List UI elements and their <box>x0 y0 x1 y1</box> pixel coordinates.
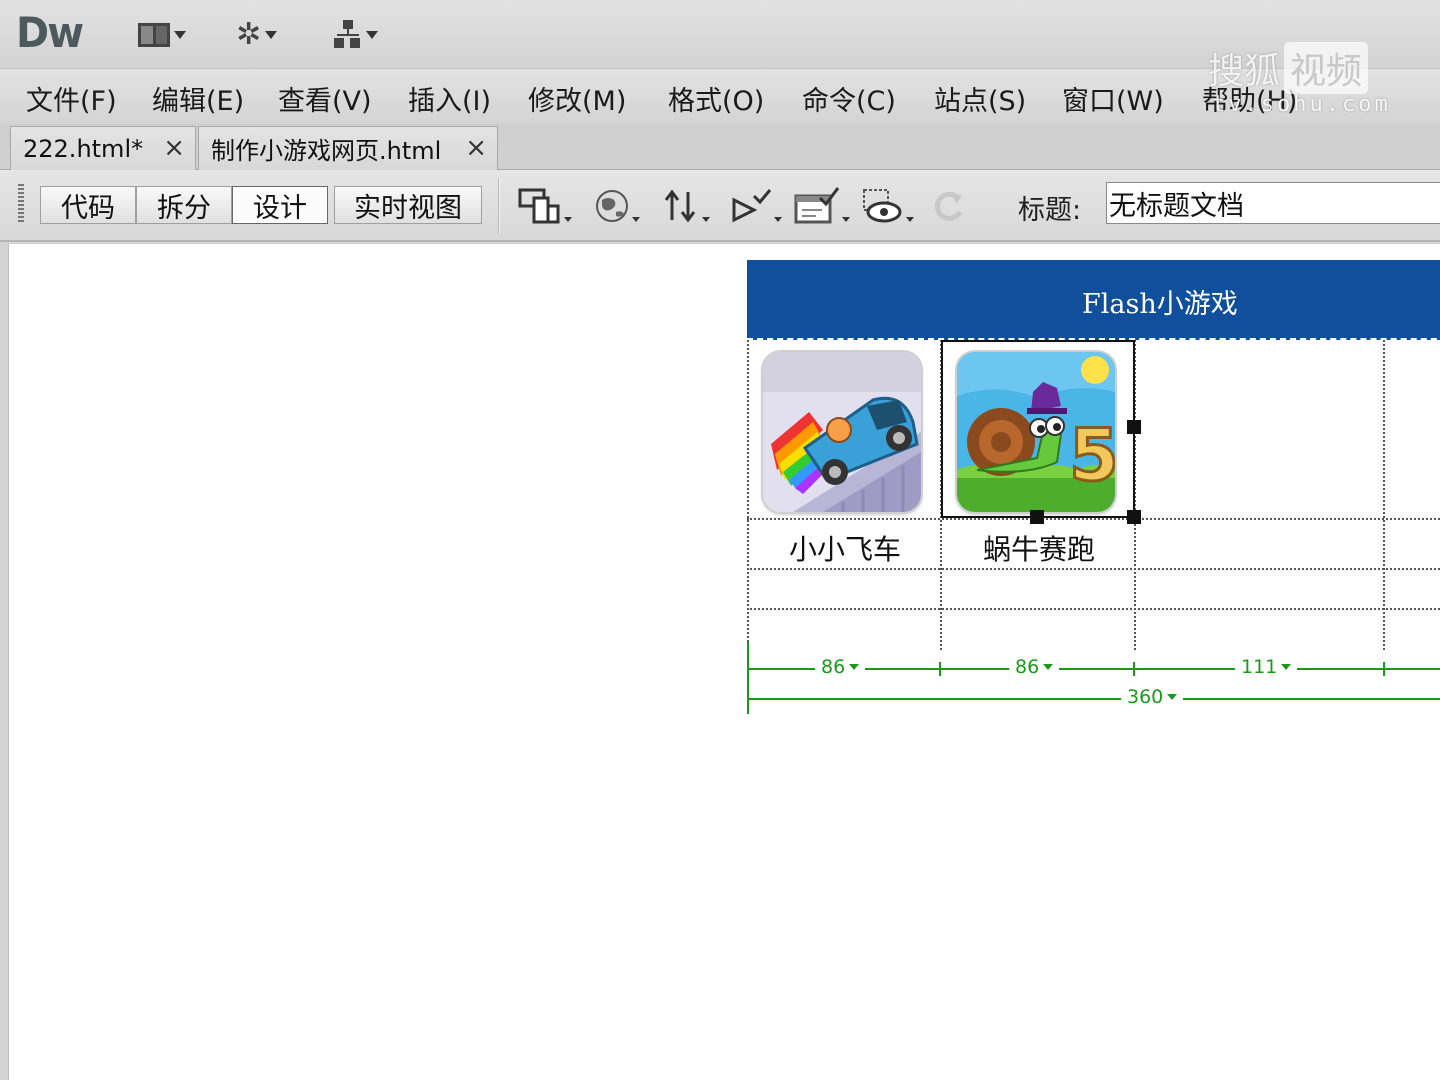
table-row-border <box>747 608 1440 610</box>
refresh-design-view-button[interactable] <box>932 186 966 226</box>
code-view-button[interactable]: 代码 <box>40 186 136 224</box>
chevron-down-icon <box>1281 664 1292 670</box>
site-menu[interactable] <box>334 18 378 52</box>
column-width-label-2[interactable]: 86 <box>1009 656 1060 678</box>
document-title-input[interactable] <box>1106 182 1440 224</box>
application-title-bar: Dw ✲ <box>0 0 1440 68</box>
document-tab-bar: 222.html* × 制作小游戏网页.html × <box>0 124 1440 170</box>
visual-aids-button[interactable] <box>862 186 914 226</box>
chevron-down-icon <box>174 31 186 39</box>
table-width-visual-aid: 86 86 111 360 <box>747 642 1440 716</box>
preview-in-browser-button[interactable] <box>594 186 640 226</box>
menu-help[interactable]: 帮助(H) <box>1202 79 1297 118</box>
chevron-down-icon <box>774 217 782 222</box>
validate-icon <box>732 189 772 223</box>
browser-check-icon <box>794 187 840 224</box>
close-icon[interactable]: × <box>163 133 185 163</box>
menu-file[interactable]: 文件(F) <box>26 79 117 118</box>
banner-cell[interactable]: Flash小游戏 <box>747 260 1440 340</box>
toolbar-grip[interactable] <box>18 184 24 224</box>
globe-icon <box>596 190 628 222</box>
chevron-down-icon <box>265 31 278 39</box>
design-view-button[interactable]: 设计 <box>232 186 328 224</box>
rainbow-van-icon <box>763 352 921 512</box>
tab-label: 222.html* <box>23 134 144 163</box>
refresh-icon <box>934 191 963 221</box>
split-view-button[interactable]: 拆分 <box>136 186 232 224</box>
chevron-down-icon <box>564 217 572 222</box>
game-layout-table[interactable]: Flash小游戏 5 小小飞车 蜗牛赛跑 <box>747 260 1440 650</box>
gear-icon: ✲ <box>236 17 262 52</box>
menu-site[interactable]: 站点(S) <box>934 79 1026 118</box>
chevron-down-icon <box>849 664 860 670</box>
visual-aids-eye-icon <box>863 189 902 223</box>
menu-edit[interactable]: 编辑(E) <box>152 79 244 118</box>
extend-dreamweaver-menu[interactable]: ✲ <box>236 17 278 52</box>
chevron-down-icon <box>632 217 640 222</box>
multiscreen-icon <box>518 188 560 224</box>
game-name-snail-race[interactable]: 蜗牛赛跑 <box>983 528 1095 568</box>
menu-commands[interactable]: 命令(C) <box>802 79 896 118</box>
file-management-button[interactable] <box>662 186 710 226</box>
banner-title: Flash小游戏 <box>1082 289 1238 320</box>
layout-icon <box>138 23 170 47</box>
live-view-button[interactable]: 实时视图 <box>334 186 482 224</box>
toolbar-divider <box>498 178 500 234</box>
table-cell-border <box>1383 340 1385 650</box>
menu-format[interactable]: 格式(O) <box>668 79 764 118</box>
menu-view[interactable]: 查看(V) <box>278 79 372 118</box>
resize-handle-right[interactable] <box>1127 420 1141 434</box>
game-thumbnail-little-racer[interactable] <box>763 352 921 512</box>
menu-modify[interactable]: 修改(M) <box>528 79 626 118</box>
resize-handle-bottom[interactable] <box>1030 510 1044 524</box>
image-selection-outline[interactable] <box>941 340 1141 524</box>
menu-bar: 文件(F) 编辑(E) 查看(V) 插入(I) 修改(M) 格式(O) 命令(C… <box>0 68 1440 124</box>
table-row-border <box>747 568 1440 570</box>
tab-222-html[interactable]: 222.html* × <box>10 126 196 170</box>
site-hierarchy-icon <box>334 20 362 50</box>
up-down-arrows-icon <box>664 189 696 223</box>
table-width-label[interactable]: 360 <box>1121 686 1184 708</box>
multiscreen-button[interactable] <box>518 186 572 226</box>
dreamweaver-logo: Dw <box>16 8 84 57</box>
chevron-down-icon <box>702 217 710 222</box>
menu-insert[interactable]: 插入(I) <box>408 79 491 118</box>
resize-handle-corner[interactable] <box>1127 510 1141 524</box>
column-width-label-1[interactable]: 86 <box>815 656 866 678</box>
tab-mini-game-page[interactable]: 制作小游戏网页.html × <box>198 126 498 170</box>
column-width-label-3[interactable]: 111 <box>1235 656 1298 678</box>
game-name-little-racer[interactable]: 小小飞车 <box>789 528 901 568</box>
design-view-canvas[interactable]: Flash小游戏 5 小小飞车 蜗牛赛跑 86 86 111 360 <box>8 244 1440 1080</box>
chevron-down-icon <box>842 217 850 222</box>
close-icon[interactable]: × <box>465 133 487 163</box>
menu-window[interactable]: 窗口(W) <box>1062 79 1164 118</box>
w3c-validation-button[interactable] <box>730 186 782 226</box>
chevron-down-icon <box>1043 664 1054 670</box>
chevron-down-icon <box>906 217 914 222</box>
check-browser-compatibility-button[interactable] <box>794 186 850 226</box>
chevron-down-icon <box>1167 694 1178 700</box>
layout-switcher[interactable] <box>138 18 186 52</box>
document-title-label: 标题: <box>1018 195 1082 226</box>
tab-label: 制作小游戏网页.html <box>211 137 442 165</box>
chevron-down-icon <box>366 31 378 39</box>
table-row-border <box>747 518 1440 520</box>
table-cell-border <box>747 340 749 650</box>
